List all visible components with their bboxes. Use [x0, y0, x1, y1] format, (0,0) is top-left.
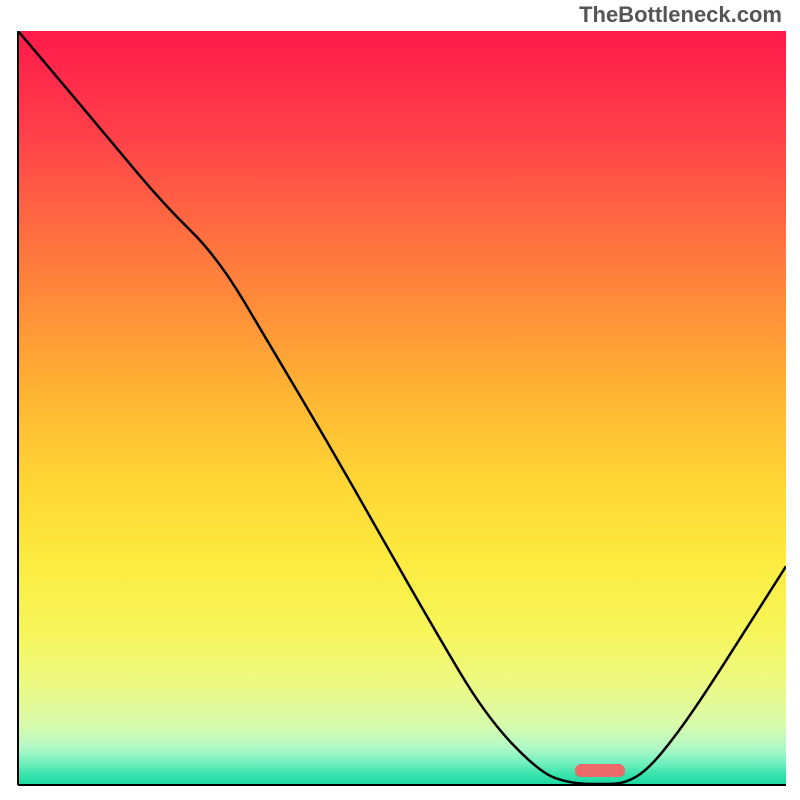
bottleneck-curve — [18, 31, 786, 785]
attribution-watermark: TheBottleneck.com — [579, 2, 782, 28]
optimal-range-marker — [575, 764, 625, 777]
x-axis — [18, 784, 786, 786]
y-axis — [17, 31, 19, 785]
